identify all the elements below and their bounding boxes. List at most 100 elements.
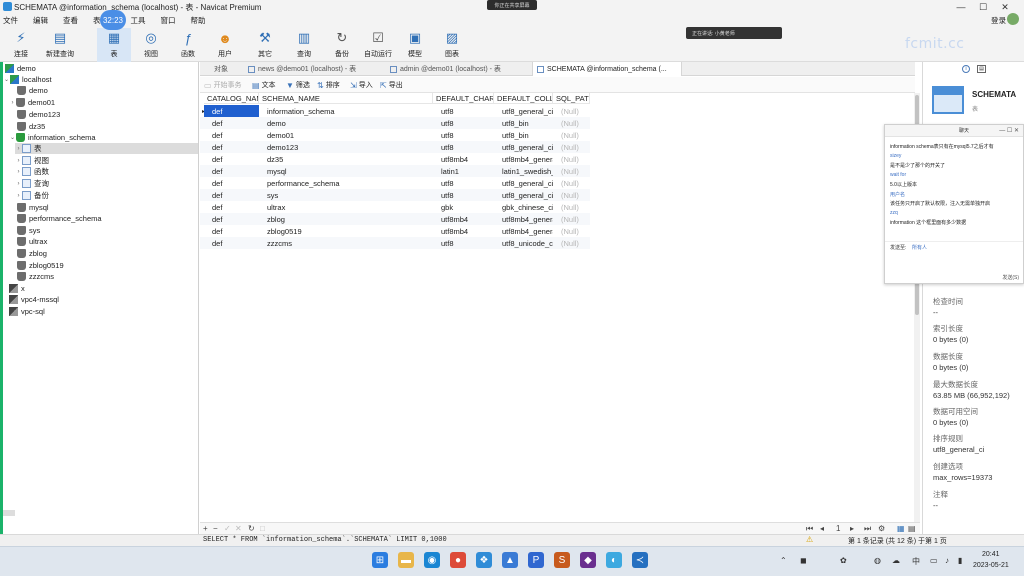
table-row[interactable]: defzblog0519utf8mb4utf8mb4_general_ci(Nu…: [200, 225, 590, 237]
tray-chevron-icon[interactable]: ⌃: [780, 556, 787, 565]
apply-button[interactable]: ✓: [224, 524, 231, 533]
table-cell[interactable]: def: [204, 141, 259, 153]
table-row[interactable]: def ultrax gbk gbk_chinese_ci (Null): [200, 201, 590, 213]
function-button[interactable]: ƒ 函数: [171, 28, 205, 62]
filter-button[interactable]: ▼ 筛选: [286, 79, 310, 91]
table-cell[interactable]: utf8mb4: [433, 153, 494, 165]
first-page-button[interactable]: ⏮: [806, 524, 813, 534]
navicat-taskbar-icon[interactable]: ◐: [606, 552, 622, 568]
php-app-icon[interactable]: ◆: [580, 552, 596, 568]
table-cell[interactable]: def: [204, 129, 259, 141]
chrome-browser-icon[interactable]: ●: [450, 552, 466, 568]
tree-db-ultrax[interactable]: ultrax: [17, 236, 47, 247]
table-cell[interactable]: (Null): [553, 117, 590, 129]
auto-run-button[interactable]: ☑ 自动运行: [361, 28, 395, 62]
table-cell[interactable]: sys: [259, 189, 433, 201]
chevron-down-icon[interactable]: ⌄: [3, 76, 10, 83]
file-explorer-icon[interactable]: ▬: [398, 552, 414, 568]
table-cell[interactable]: mysql: [259, 165, 433, 177]
login-link[interactable]: 登录: [991, 15, 1006, 26]
sublime-icon[interactable]: S: [554, 552, 570, 568]
table-cell[interactable]: utf8_general_ci: [494, 177, 553, 189]
maximize-button[interactable]: ☐: [972, 0, 994, 14]
tree-db-dz35[interactable]: dz35: [17, 121, 45, 132]
column-header[interactable]: SQL_PATH: [553, 93, 590, 104]
table-cell[interactable]: demo01: [259, 129, 433, 141]
edge-browser-icon[interactable]: ◉: [424, 552, 440, 568]
tree-db-zblog0519[interactable]: zblog0519: [17, 260, 64, 271]
volume-icon[interactable]: ♪: [945, 556, 949, 565]
grid-view-icon[interactable]: ▦: [897, 524, 905, 533]
tree-conn-localhost[interactable]: ⌄ localhost: [3, 74, 52, 85]
column-header[interactable]: SCHEMA_NAME: [259, 93, 433, 104]
connection-button[interactable]: ⚡ 连接: [4, 28, 38, 62]
table-cell[interactable]: (Null): [553, 213, 590, 225]
add-record-button[interactable]: +: [203, 524, 208, 533]
table-cell[interactable]: latin1_swedish_ci: [494, 165, 553, 177]
backup-button[interactable]: ↻ 备份: [325, 28, 359, 62]
table-row[interactable]: ▸definformation_schemautf8utf8_general_c…: [200, 105, 590, 117]
close-button[interactable]: ✕: [994, 0, 1016, 14]
settings-icon[interactable]: ⚙: [878, 524, 885, 533]
stop-button[interactable]: □: [260, 524, 265, 533]
table-cell[interactable]: utf8: [433, 129, 494, 141]
query-button[interactable]: ▥ 查询: [287, 28, 321, 62]
chevron-right-icon[interactable]: ›: [15, 169, 22, 175]
screen-share-indicator[interactable]: 你正在共享屏幕: [487, 0, 537, 10]
send-target-dropdown[interactable]: 所有人: [912, 244, 927, 251]
chat-input-row[interactable]: 发送至: 所有人: [885, 241, 1023, 253]
table-cell[interactable]: utf8: [433, 237, 494, 249]
tree-conn-vpc4-mssql[interactable]: vpc4-mssql: [9, 294, 59, 305]
form-view-icon[interactable]: ▤: [908, 524, 916, 533]
table-cell[interactable]: (Null): [553, 165, 590, 177]
tree-db-sys[interactable]: sys: [17, 225, 40, 236]
tree-db-information-schema[interactable]: ⌄ information_schema: [9, 132, 96, 143]
chevron-right-icon[interactable]: ›: [9, 100, 16, 106]
tree-obj-backups[interactable]: › 备份: [15, 190, 49, 201]
text-button[interactable]: ▤ 文本: [252, 79, 276, 91]
tab-objects[interactable]: 对象: [210, 62, 228, 76]
import-button[interactable]: ⇲ 导入: [350, 79, 373, 91]
table-cell[interactable]: def: [204, 237, 259, 249]
table-cell[interactable]: utf8_bin: [494, 117, 553, 129]
tree-scroll-handle[interactable]: [3, 510, 15, 516]
ddl-icon[interactable]: ▤: [977, 65, 986, 73]
clock-time[interactable]: 20:41: [982, 551, 1000, 558]
table-cell[interactable]: dz35: [259, 153, 433, 165]
menu-edit[interactable]: 编辑: [33, 15, 48, 26]
tab-admin[interactable]: admin @demo01 (localhost) - 表: [386, 62, 501, 76]
table-cell[interactable]: utf8mb4: [433, 213, 494, 225]
table-row[interactable]: defdz35utf8mb4utf8mb4_general_ci(Null): [200, 153, 590, 165]
user-button[interactable]: ☻ 用户: [208, 28, 242, 62]
table-row[interactable]: def demo utf8 utf8_bin (Null): [200, 117, 590, 129]
minimize-button[interactable]: —: [950, 0, 972, 14]
table-cell[interactable]: utf8_general_ci: [494, 189, 553, 201]
tree-obj-queries[interactable]: › 查询: [15, 178, 49, 189]
table-cell[interactable]: demo: [259, 117, 433, 129]
menu-window[interactable]: 窗口: [161, 15, 176, 26]
refresh-button[interactable]: ↻: [248, 524, 255, 533]
table-row[interactable]: defzblogutf8mb4utf8mb4_general_ci(Null): [200, 213, 590, 225]
tree-db-zblog[interactable]: zblog: [17, 248, 47, 259]
table-cell[interactable]: information_schema: [259, 105, 433, 117]
chart-button[interactable]: ▨ 图表: [435, 28, 469, 62]
table-cell[interactable]: (Null): [553, 141, 590, 153]
other-button[interactable]: ⚒ 其它: [248, 28, 282, 62]
menu-help[interactable]: 帮助: [191, 15, 206, 26]
start-icon[interactable]: ⊞: [372, 552, 388, 568]
discard-button[interactable]: ✕: [235, 524, 242, 533]
table-cell[interactable]: ultrax: [259, 201, 433, 213]
table-row[interactable]: def sys utf8 utf8_general_ci (Null): [200, 189, 590, 201]
table-cell[interactable]: utf8: [433, 117, 494, 129]
export-button[interactable]: ⇱ 导出: [380, 79, 403, 91]
table-cell[interactable]: utf8mb4_general_ci: [494, 213, 553, 225]
model-button[interactable]: ▣ 模型: [398, 28, 432, 62]
chevron-down-icon[interactable]: ⌄: [9, 134, 16, 141]
table-cell[interactable]: gbk: [433, 201, 494, 213]
p-app-icon[interactable]: P: [528, 552, 544, 568]
menu-file[interactable]: 文件: [3, 15, 18, 26]
chat-window-controls[interactable]: — ☐ ✕: [999, 127, 1019, 134]
table-cell[interactable]: (Null): [553, 201, 590, 213]
avatar[interactable]: [1007, 13, 1019, 25]
vscode-icon[interactable]: ≺: [632, 552, 648, 568]
